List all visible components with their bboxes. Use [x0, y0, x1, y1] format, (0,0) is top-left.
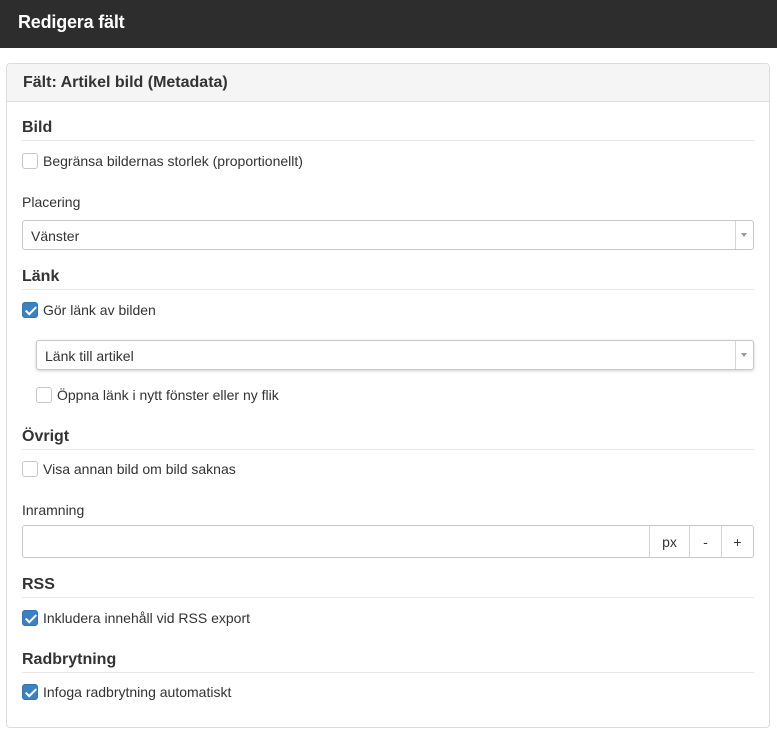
section-title-ovrigt: Övrigt — [22, 428, 70, 445]
placement-label: Placering — [22, 194, 81, 210]
framing-input[interactable] — [23, 526, 649, 557]
framing-decrement-button[interactable]: - — [689, 526, 721, 557]
framing-unit: px — [649, 526, 689, 557]
section-title-radbrytning: Radbrytning — [22, 651, 117, 668]
section-divider — [22, 140, 754, 141]
limit-size-checkbox[interactable] — [22, 153, 38, 169]
framing-increment-button[interactable]: + — [721, 526, 753, 557]
section-divider — [22, 449, 754, 450]
rss-include-option[interactable]: Inkludera innehåll vid RSS export — [22, 608, 250, 628]
framing-label: Inramning — [22, 502, 85, 518]
link-target-select[interactable]: Länk till artikel — [36, 340, 754, 370]
make-link-checkbox[interactable] — [22, 302, 38, 318]
section-title-bild: Bild — [22, 119, 53, 136]
placement-select[interactable]: Vänster — [22, 220, 754, 250]
panel-title: Fält: Artikel bild (Metadata) — [23, 74, 228, 91]
window-title: Redigera fält — [18, 12, 125, 32]
open-new-checkbox[interactable] — [36, 387, 52, 403]
open-new-option[interactable]: Öppna länk i nytt fönster eller ny flik — [36, 385, 279, 405]
make-link-label: Gör länk av bilden — [43, 302, 156, 318]
section-divider — [22, 289, 754, 290]
show-other-checkbox[interactable] — [22, 461, 38, 477]
show-other-label: Visa annan bild om bild saknas — [43, 461, 236, 477]
chevron-down-icon[interactable] — [735, 221, 753, 249]
auto-linebreak-label: Infoga radbrytning automatiskt — [43, 684, 232, 700]
window-titlebar: Redigera fält — [0, 0, 777, 48]
section-title-rss: RSS — [22, 576, 55, 593]
limit-size-label: Begränsa bildernas storlek (proportionel… — [43, 153, 303, 169]
chevron-down-icon[interactable] — [735, 341, 753, 369]
rss-include-checkbox[interactable] — [22, 610, 38, 626]
show-other-option[interactable]: Visa annan bild om bild saknas — [22, 459, 236, 479]
placement-value: Vänster — [31, 228, 80, 244]
make-link-option[interactable]: Gör länk av bilden — [22, 300, 156, 320]
section-divider — [22, 672, 754, 673]
auto-linebreak-option[interactable]: Infoga radbrytning automatiskt — [22, 682, 231, 702]
rss-include-label: Inkludera innehåll vid RSS export — [43, 610, 251, 626]
limit-size-option[interactable]: Begränsa bildernas storlek (proportionel… — [22, 151, 303, 171]
section-title-lank: Länk — [22, 268, 60, 285]
framing-input-group: px - + — [22, 525, 754, 558]
panel-header: Fält: Artikel bild (Metadata) — [7, 64, 769, 102]
link-target-value: Länk till artikel — [45, 348, 134, 364]
auto-linebreak-checkbox[interactable] — [22, 684, 38, 700]
open-new-label: Öppna länk i nytt fönster eller ny flik — [57, 387, 279, 403]
section-divider — [22, 597, 754, 598]
